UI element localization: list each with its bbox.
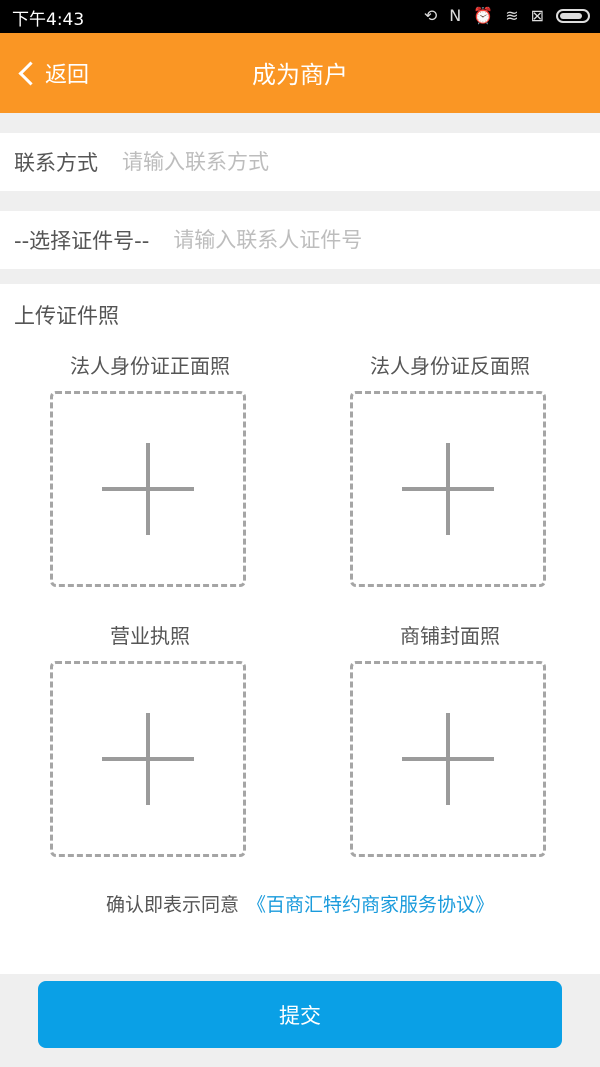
upload-caption: 营业执照 [110, 624, 190, 648]
upload-section: 上传证件照 法人身份证正面照 法人身份证反面照 营业执照 商铺封面照 确认即表示… [0, 284, 600, 974]
plus-icon [402, 713, 494, 805]
upload-box-id-back[interactable] [350, 391, 546, 587]
agreement-prefix: 确认即表示同意 [105, 894, 239, 916]
agreement-text: 确认即表示同意 《百商汇特约商家服务协议》 [0, 890, 600, 917]
plus-icon [102, 443, 194, 535]
sim-icon: ⊠ [530, 6, 544, 25]
id-type-select[interactable]: --选择证件号-- [14, 225, 149, 255]
battery-icon [556, 9, 590, 23]
sync-icon: ⟲ [423, 6, 438, 25]
id-row: --选择证件号-- [0, 211, 600, 269]
nfc-icon: N [449, 6, 462, 25]
contact-label: 联系方式 [14, 151, 98, 175]
status-time: 下午4:43 [12, 10, 85, 30]
upload-item-id-back: 法人身份证反面照 [350, 350, 550, 587]
upload-box-id-front[interactable] [50, 391, 246, 587]
upload-caption: 法人身份证反面照 [370, 354, 530, 378]
id-number-input[interactable] [171, 227, 600, 253]
upload-title: 上传证件照 [14, 304, 119, 328]
upload-item-business-license: 营业执照 [50, 620, 250, 857]
plus-icon [402, 443, 494, 535]
submit-button[interactable]: 提交 [38, 981, 562, 1048]
status-icons: ⟲ N ⏰ ≋ ⊠ [424, 6, 590, 26]
page-title: 成为商户 [252, 61, 348, 89]
alarm-icon: ⏰ [473, 6, 494, 25]
upload-item-id-front: 法人身份证正面照 [50, 350, 250, 587]
agreement-link[interactable]: 《百商汇特约商家服务协议》 [247, 894, 494, 916]
upload-caption: 法人身份证正面照 [70, 354, 230, 378]
contact-input[interactable] [120, 149, 600, 175]
upload-item-shop-cover: 商铺封面照 [350, 620, 550, 857]
nav-bar: 返回 成为商户 [0, 33, 600, 113]
plus-icon [102, 713, 194, 805]
upload-caption: 商铺封面照 [400, 624, 500, 648]
upload-box-shop-cover[interactable] [350, 661, 546, 857]
status-bar: 下午4:43 ⟲ N ⏰ ≋ ⊠ [0, 0, 600, 33]
contact-row: 联系方式 [0, 133, 600, 191]
wifi-icon: ≋ [505, 6, 519, 25]
upload-box-business-license[interactable] [50, 661, 246, 857]
